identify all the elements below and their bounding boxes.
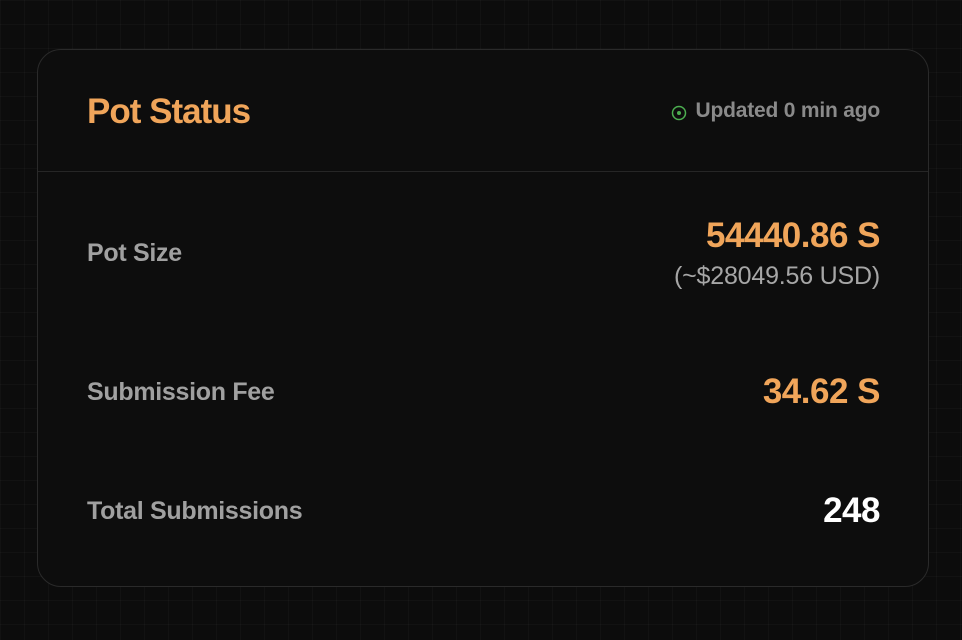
total-submissions-value: 248 xyxy=(823,491,880,530)
pot-size-value: 54440.86 S xyxy=(705,216,881,255)
updated-text: Updated 0 min ago xyxy=(695,98,881,122)
submission-fee-row: Submission Fee 34.62 S xyxy=(87,372,881,412)
submission-fee-label: Submission Fee xyxy=(87,377,275,406)
total-submissions-label: Total Submissions xyxy=(87,496,303,525)
card-title: Pot Status xyxy=(87,91,251,131)
total-submissions-row: Total Submissions 248 xyxy=(87,491,880,531)
pot-status-card: Pot Status Updated 0 min ago Pot Size 54… xyxy=(37,49,929,587)
pot-size-row: Pot Size 54440.86 S (~$28049.56 USD) xyxy=(87,216,881,291)
update-status: Updated 0 min ago xyxy=(671,99,880,123)
pot-size-label: Pot Size xyxy=(87,239,182,267)
pot-size-usd-value: (~$28049.56 USD) xyxy=(674,262,880,290)
pot-size-values: 54440.86 S (~$28049.56 USD) xyxy=(674,216,880,291)
card-header: Pot Status Updated 0 min ago xyxy=(38,50,928,172)
submission-fee-value: 34.62 S xyxy=(762,372,881,411)
clock-icon xyxy=(671,103,687,120)
